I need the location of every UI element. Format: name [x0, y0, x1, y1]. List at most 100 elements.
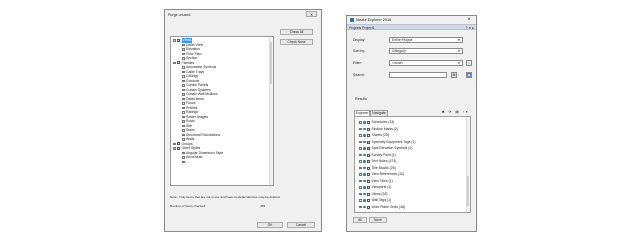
purge-tree[interactable]: Views Detail View Elevation Floor Plan Secti…: [170, 36, 274, 186]
filter-select[interactable]: <none> ▼: [389, 60, 463, 66]
results-scrollbar[interactable]: [466, 117, 470, 212]
close-icon[interactable]: ⨯: [306, 11, 317, 17]
checkbox[interactable]: [367, 140, 370, 144]
expand-icon[interactable]: [182, 84, 185, 87]
expand-icon[interactable]: [359, 199, 362, 202]
checkbox[interactable]: [367, 160, 370, 163]
expand-icon[interactable]: [182, 115, 185, 118]
collapse-icon[interactable]: [173, 147, 176, 150]
category-icon: [363, 160, 366, 163]
cancel-button[interactable]: Cancel: [287, 222, 315, 228]
app-icon: [350, 17, 354, 22]
expand-icon[interactable]: [182, 57, 185, 60]
category-icon: [363, 134, 366, 137]
checkbox[interactable]: [367, 127, 370, 131]
expand-icon[interactable]: [182, 160, 185, 163]
expand-icon[interactable]: [182, 79, 185, 82]
check-all-button[interactable]: Check All: [280, 29, 313, 35]
expand-icon[interactable]: [359, 166, 362, 170]
expand-icon[interactable]: [182, 75, 185, 78]
results-list[interactable]: Schedules (33) Section Marks (2) Sheets (2…: [354, 116, 471, 213]
ok-button[interactable]: OK: [257, 222, 283, 228]
close-icon[interactable]: ⨯: [464, 16, 474, 22]
items-checked-count: 465: [260, 204, 266, 208]
checkbox[interactable]: [367, 173, 370, 176]
tree-row-label: ...: [186, 159, 189, 164]
expand-icon[interactable]: [182, 88, 185, 91]
sort-label: Sort by:: [353, 49, 366, 53]
checkbox[interactable]: [177, 38, 180, 42]
expand-icon[interactable]: [359, 205, 362, 209]
tree-scroll-thumb[interactable]: [269, 42, 273, 84]
checkbox[interactable]: [367, 192, 370, 196]
filter-edit-button[interactable]: ...: [466, 60, 472, 66]
sort-select[interactable]: Category ▼: [389, 48, 463, 54]
expand-icon[interactable]: [182, 93, 185, 96]
expand-icon[interactable]: [182, 120, 185, 123]
expand-icon[interactable]: [182, 52, 185, 55]
list-item-label: View Titles (1): [371, 178, 393, 183]
expand-icon[interactable]: [359, 173, 362, 176]
display-select[interactable]: Entire Project ▼: [389, 37, 463, 43]
expand-icon[interactable]: [359, 134, 362, 137]
purge-note: Note - Only items that are not in use an…: [170, 195, 280, 199]
expand-icon[interactable]: [359, 147, 362, 150]
search-input[interactable]: [389, 72, 447, 78]
expand-icon[interactable]: [182, 156, 185, 159]
checkbox[interactable]: [367, 134, 370, 137]
expand-icon[interactable]: [182, 106, 185, 109]
results-scroll-thumb[interactable]: [466, 176, 470, 206]
expand-icon[interactable]: [359, 179, 362, 183]
expand-icon[interactable]: [182, 111, 185, 114]
checkbox[interactable]: [177, 142, 180, 146]
expand-icon[interactable]: [359, 153, 362, 157]
results-toolbar[interactable]: ✖ ⟳ ▤ ↑▾: [442, 110, 469, 114]
category-icon: [363, 121, 366, 124]
expand-icon[interactable]: [182, 102, 185, 105]
expand-icon[interactable]: [182, 138, 185, 141]
expand-icon[interactable]: [182, 129, 185, 132]
checkbox[interactable]: [367, 179, 370, 183]
binoculars-icon[interactable]: ⌘: [451, 72, 457, 78]
select-all-button[interactable]: All: [353, 217, 367, 223]
expand-icon[interactable]: [182, 97, 185, 100]
list-item-label: Sheets (28): [371, 133, 390, 137]
expand-icon[interactable]: [182, 43, 185, 46]
list-item-label: View References (10): [371, 172, 405, 176]
category-icon: [363, 186, 366, 189]
checkbox[interactable]: [367, 199, 370, 202]
checkbox[interactable]: [367, 166, 370, 170]
expand-icon[interactable]: [173, 142, 176, 145]
search-go-icon[interactable]: ◉: [466, 72, 472, 78]
check-none-button[interactable]: Check None: [280, 39, 313, 45]
checkbox[interactable]: [177, 61, 180, 65]
select-none-button[interactable]: None: [369, 217, 387, 223]
items-checked-label: Number of items checked:: [170, 204, 206, 208]
expand-icon[interactable]: [182, 151, 185, 154]
expand-icon[interactable]: [182, 133, 185, 136]
collapse-icon[interactable]: [173, 61, 176, 64]
checkbox[interactable]: [367, 147, 370, 150]
expand-icon[interactable]: [359, 160, 362, 163]
expand-icon[interactable]: [182, 66, 185, 69]
expand-icon[interactable]: [359, 127, 362, 131]
panel-titlebar: Ideate Explorer 2016 ⨯: [347, 16, 476, 23]
expand-icon[interactable]: [359, 121, 362, 124]
expand-icon[interactable]: [182, 124, 185, 127]
checkbox[interactable]: [367, 121, 370, 124]
checkbox[interactable]: [367, 186, 370, 189]
expand-icon[interactable]: [359, 140, 362, 144]
tree-scrollbar[interactable]: [269, 37, 273, 185]
checkbox[interactable]: [367, 205, 370, 209]
tree-row[interactable]: ...: [171, 160, 269, 165]
collapse-icon[interactable]: [173, 39, 176, 42]
list-item-label: Viewports (1): [371, 185, 392, 189]
checkbox[interactable]: [367, 153, 370, 157]
expand-icon[interactable]: [359, 192, 362, 196]
expand-icon[interactable]: [359, 186, 362, 189]
header-controls[interactable]: ? ✕ ▸: [466, 26, 474, 30]
expand-icon[interactable]: [182, 48, 185, 51]
expand-icon[interactable]: [182, 70, 185, 73]
purge-unused-dialog: Purge unused ⨯ Views Detail View Elevation…: [164, 9, 322, 232]
checkbox[interactable]: [177, 146, 180, 150]
